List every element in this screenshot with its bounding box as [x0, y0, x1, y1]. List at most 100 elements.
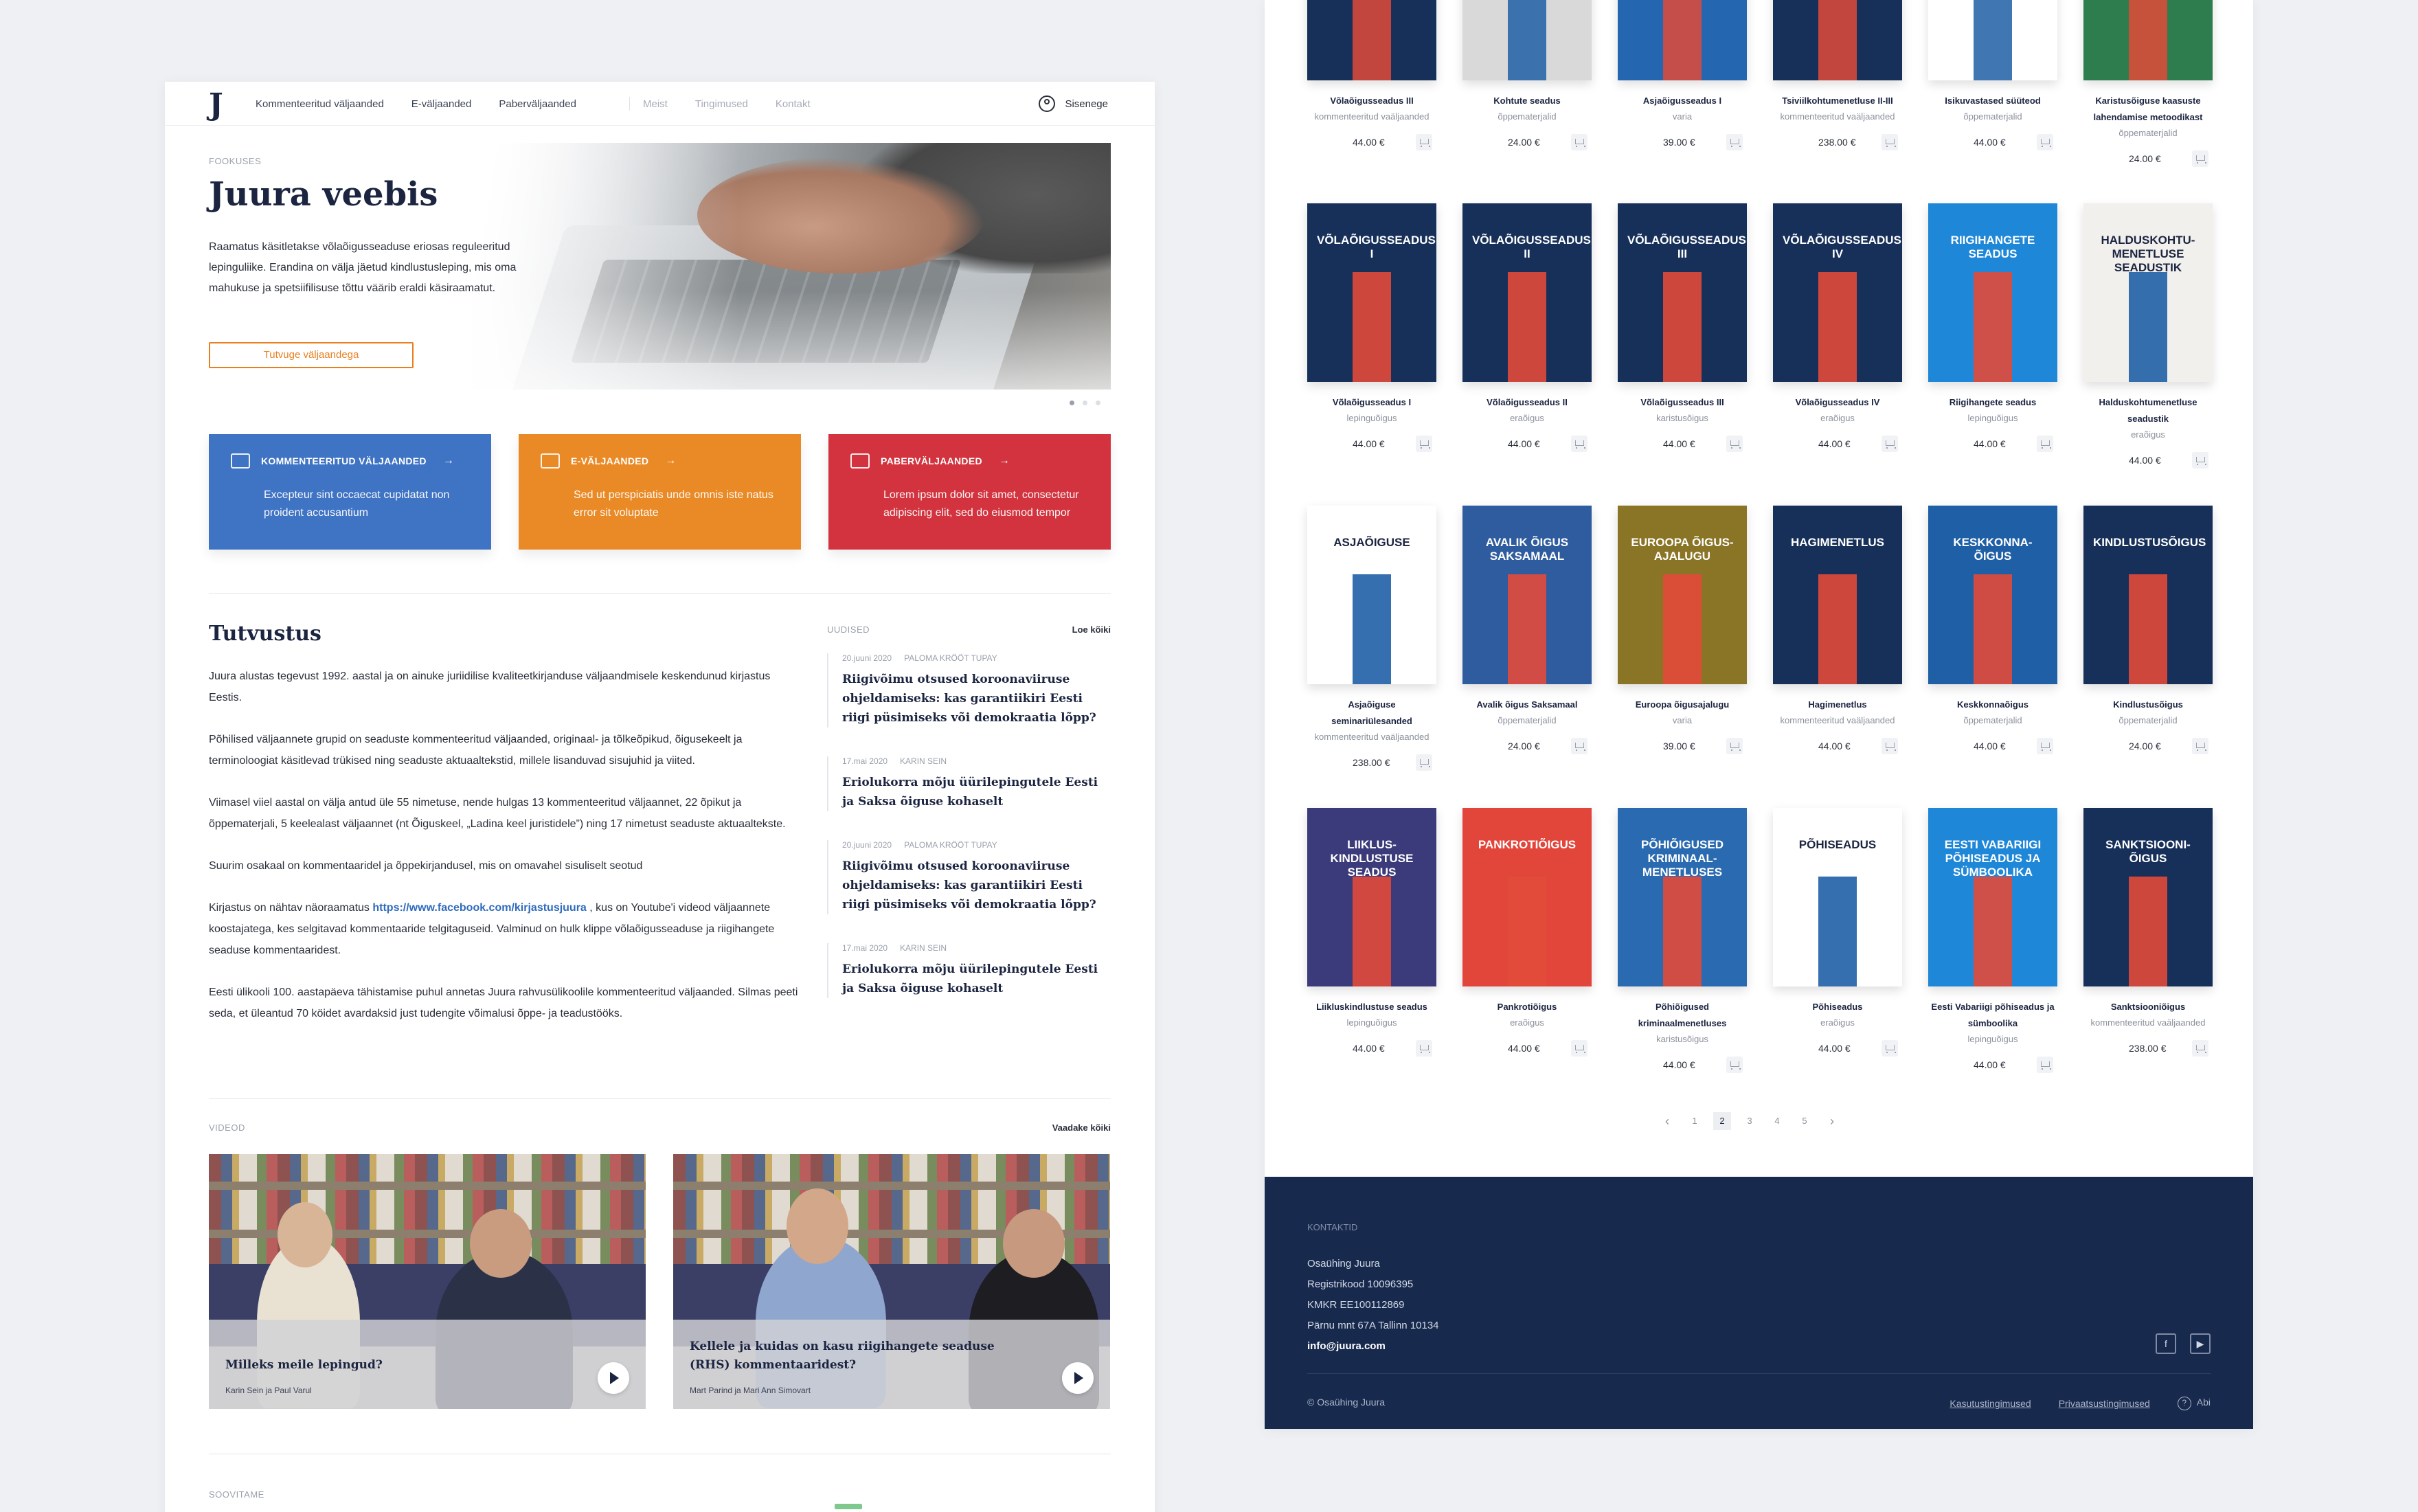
book-card[interactable]: Asjaõigusseadus I varia 39.00 €: [1618, 0, 1747, 150]
cart-icon[interactable]: [2037, 436, 2053, 452]
cart-icon[interactable]: [1726, 436, 1743, 452]
book-cover[interactable]: PÕHIÕIGUSED KRIMINAAL-MENETLUSES: [1618, 808, 1747, 986]
cart-icon[interactable]: [1571, 738, 1587, 754]
page-3[interactable]: 3: [1741, 1112, 1759, 1130]
book-card[interactable]: PÕHIÕIGUSED KRIMINAAL-MENETLUSES Põhiõigu…: [1618, 808, 1747, 1073]
cart-icon[interactable]: [1882, 738, 1898, 754]
news-item[interactable]: 17.mai 2020 KARIN SEIN Eriolukorra mõju ü…: [827, 756, 1111, 811]
book-card[interactable]: LIIKLUS-KINDLUSTUSE SEADUS Liikluskindlus…: [1307, 808, 1436, 1057]
book-card[interactable]: Kohtute seadus õppematerjalid 24.00 €: [1462, 0, 1592, 150]
book-card[interactable]: ASJAÕIGUSE Asjaõiguse seminariülesanded ko…: [1307, 506, 1436, 771]
carousel-dot-3[interactable]: [1096, 400, 1100, 405]
news-title[interactable]: Riigivõimu otsused koroonaviiruse ohjeld…: [842, 670, 1111, 727]
book-cover[interactable]: [1773, 0, 1902, 80]
book-card[interactable]: KESKKONNA-ÕIGUS Keskkonnaõigus õppematerja…: [1928, 506, 2057, 754]
nav-contact[interactable]: Kontakt: [776, 98, 811, 110]
book-card[interactable]: AVALIK ÕIGUS SAKSAMAAL Avalik õigus Saksa…: [1462, 506, 1592, 754]
videos-all-link[interactable]: Vaadake kõiki: [1052, 1122, 1111, 1133]
signin-button[interactable]: Sisenege: [1039, 95, 1108, 112]
cart-icon[interactable]: [1416, 134, 1432, 150]
cart-icon[interactable]: [1571, 134, 1587, 150]
book-cover[interactable]: PANKROTIÕIGUS: [1462, 808, 1592, 986]
book-card[interactable]: VÕLAÕIGUSSEADUS IV Võlaõigusseadus IV eraõ…: [1773, 203, 1902, 452]
book-cover[interactable]: [1618, 0, 1747, 80]
book-card[interactable]: EUROOPA ÕIGUS-AJALUGU Euroopa õigusajalug…: [1618, 506, 1747, 754]
book-card[interactable]: Võlaõigusseadus III kommenteeritud vaälja…: [1307, 0, 1436, 150]
book-cover[interactable]: EESTI VABARIIGI PÕHISEADUS JA SÜMBOOLIKA: [1928, 808, 2057, 986]
book-card[interactable]: Tsiviilkohtumenetluse II-III kommenteerit…: [1773, 0, 1902, 150]
book-cover[interactable]: [1462, 0, 1592, 80]
cart-icon[interactable]: [1726, 738, 1743, 754]
book-title[interactable]: Hagimenetlus: [1773, 697, 1902, 713]
book-card[interactable]: PANKROTIÕIGUS Pankrotiõigus eraõigus 44.00 …: [1462, 808, 1592, 1057]
book-cover[interactable]: HALDUSKOHTU-MENETLUSE SEADUSTIK: [2083, 203, 2213, 382]
book-cover[interactable]: PÕHISEADUS: [1773, 808, 1902, 986]
nav-commented[interactable]: Kommenteeritud väljaanded: [256, 98, 384, 110]
video-card[interactable]: Milleks meile lepingud? Karin Sein ja Pa…: [209, 1154, 646, 1409]
book-card[interactable]: VÕLAÕIGUSSEADUS III Võlaõigusseadus III ka…: [1618, 203, 1747, 452]
book-card[interactable]: PÕHISEADUS Põhiseadus eraõigus 44.00 €: [1773, 808, 1902, 1057]
book-title[interactable]: Keskkonnaõigus: [1928, 697, 2057, 713]
book-title[interactable]: Tsiviilkohtumenetluse II-III: [1773, 93, 1902, 109]
email-link[interactable]: info@juura.com: [1307, 1336, 1439, 1357]
book-title[interactable]: Pankrotiõigus: [1462, 999, 1592, 1015]
news-item[interactable]: 17.mai 2020 KARIN SEIN Eriolukorra mõju ü…: [827, 943, 1111, 998]
hero-cta-button[interactable]: Tutvuge väljaandega: [209, 342, 414, 368]
book-title[interactable]: Põhiõigused kriminaalmenetluses: [1618, 999, 1747, 1032]
book-title[interactable]: Võlaõigusseadus III: [1307, 93, 1436, 109]
page-2-current[interactable]: 2: [1713, 1112, 1731, 1130]
news-title[interactable]: Eriolukorra mõju üürilepingutele Eesti j…: [842, 960, 1111, 998]
book-cover[interactable]: SANKTSIOONI-ÕIGUS: [2083, 808, 2213, 986]
book-title[interactable]: Karistusõiguse kaasuste lahendamise meto…: [2083, 93, 2213, 126]
book-card[interactable]: Isikuvastased süüteod õppematerjalid 44.00…: [1928, 0, 2057, 150]
chevron-right-icon[interactable]: ›: [1823, 1114, 1841, 1129]
card-commented[interactable]: KOMMENTEERITUD VÄLJAANDED → Excepteur sin…: [209, 434, 491, 550]
book-cover[interactable]: VÕLAÕIGUSSEADUS IV: [1773, 203, 1902, 382]
book-cover[interactable]: VÕLAÕIGUSSEADUS I: [1307, 203, 1436, 382]
facebook-icon[interactable]: f: [2156, 1333, 2176, 1354]
book-title[interactable]: Euroopa õigusajalugu: [1618, 697, 1747, 713]
cart-icon[interactable]: [2192, 1040, 2208, 1057]
cart-icon[interactable]: [2192, 452, 2208, 469]
cart-icon[interactable]: [1416, 436, 1432, 452]
news-item[interactable]: 20.juuni 2020 PALOMA KRÖÖT TUPAY Riigivõi…: [827, 840, 1111, 914]
cart-icon[interactable]: [1571, 436, 1587, 452]
book-title[interactable]: Avalik õigus Saksamaal: [1462, 697, 1592, 713]
cart-icon[interactable]: [1726, 134, 1743, 150]
book-card[interactable]: SANKTSIOONI-ÕIGUS Sanktsiooniõigus komment…: [2083, 808, 2213, 1057]
news-title[interactable]: Riigivõimu otsused koroonaviiruse ohjeld…: [842, 857, 1111, 914]
youtube-icon[interactable]: ▶: [2190, 1333, 2211, 1354]
cart-icon[interactable]: [2037, 738, 2053, 754]
book-title[interactable]: Sanktsiooniõigus: [2083, 999, 2213, 1015]
carousel-dot-1[interactable]: [1070, 400, 1074, 405]
nav-paper-editions[interactable]: Paberväljaanded: [499, 98, 576, 110]
book-title[interactable]: Eesti Vabariigi põhiseadus ja sümboolika: [1928, 999, 2057, 1032]
privacy-link[interactable]: Privaatsustingimused: [2059, 1398, 2150, 1409]
play-icon[interactable]: [598, 1362, 629, 1394]
book-card[interactable]: HAGIMENETLUS Hagimenetlus kommenteeritud v…: [1773, 506, 1902, 754]
book-card[interactable]: VÕLAÕIGUSSEADUS I Võlaõigusseadus I leping…: [1307, 203, 1436, 452]
card-e-editions[interactable]: E-VÄLJAANDED → Sed ut perspiciatis unde o…: [519, 434, 801, 550]
book-title[interactable]: Põhiseadus: [1773, 999, 1902, 1015]
book-title[interactable]: Liikluskindlustuse seadus: [1307, 999, 1436, 1015]
page-5[interactable]: 5: [1796, 1112, 1814, 1130]
news-title[interactable]: Eriolukorra mõju üürilepingutele Eesti j…: [842, 773, 1111, 811]
book-title[interactable]: Võlaõigusseadus IV: [1773, 394, 1902, 411]
card-paper-editions[interactable]: PABERVÄLJAANDED → Lorem ipsum dolor sit a…: [828, 434, 1111, 550]
cart-icon[interactable]: [1416, 754, 1432, 771]
video-card[interactable]: Kellele ja kuidas on kasu riigihangete s…: [673, 1154, 1110, 1409]
book-cover[interactable]: EUROOPA ÕIGUS-AJALUGU: [1618, 506, 1747, 684]
book-cover[interactable]: RIIGIHANGETE SEADUS: [1928, 203, 2057, 382]
book-title[interactable]: Võlaõigusseadus III: [1618, 394, 1747, 411]
book-cover[interactable]: KESKKONNA-ÕIGUS: [1928, 506, 2057, 684]
book-card[interactable]: Karistusõiguse kaasuste lahendamise meto…: [2083, 0, 2213, 167]
cart-icon[interactable]: [1882, 436, 1898, 452]
cart-icon[interactable]: [2192, 738, 2208, 754]
book-card[interactable]: EESTI VABARIIGI PÕHISEADUS JA SÜMBOOLIKA…: [1928, 808, 2057, 1073]
nav-e-editions[interactable]: E-väljaanded: [411, 98, 472, 110]
cart-icon[interactable]: [1416, 1040, 1432, 1057]
book-cover[interactable]: VÕLAÕIGUSSEADUS II: [1462, 203, 1592, 382]
cart-icon[interactable]: [1726, 1057, 1743, 1073]
book-title[interactable]: Halduskohtumenetluse seadustik: [2083, 394, 2213, 427]
cart-icon[interactable]: [2037, 134, 2053, 150]
